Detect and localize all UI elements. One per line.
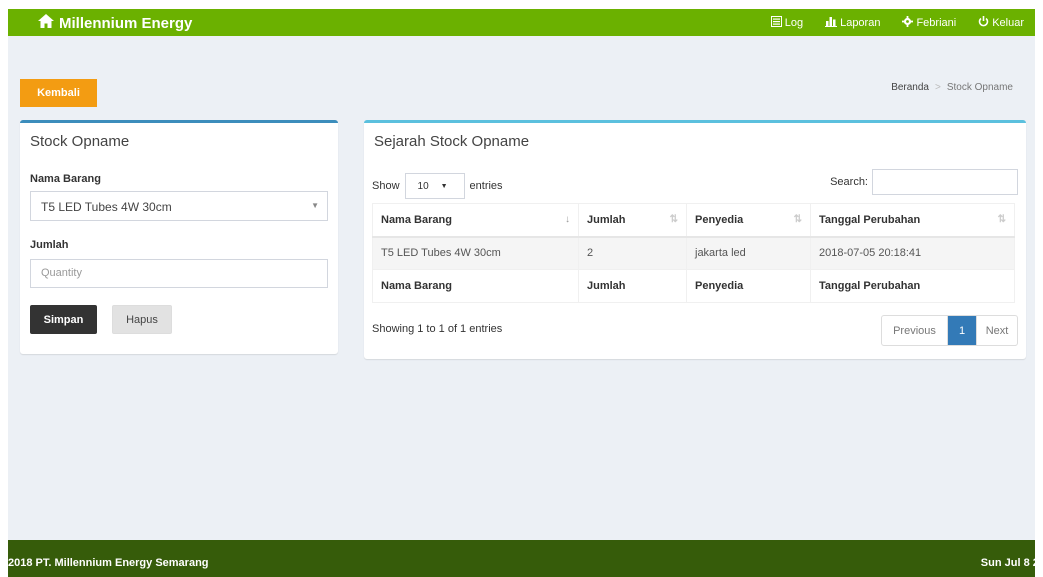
table-header-row: Nama Barang ↓ Jumlah ⇅ Penyedia ⇅ Tanggal P…	[372, 203, 1015, 238]
column-header-penyedia[interactable]: Penyedia ⇅	[686, 203, 811, 238]
footer: 2018 PT. Millennium Energy Semarang Sun …	[8, 540, 1043, 577]
sort-icon: ⇅	[669, 214, 678, 225]
chevron-down-icon: ▼	[440, 182, 448, 190]
cell-tanggal: 2018-07-05 20:18:41	[810, 236, 1015, 270]
nav-item-label: Febriani	[916, 16, 957, 29]
form-title: Stock Opname	[30, 133, 130, 150]
nav-item-laporan[interactable]: Laporan	[814, 9, 891, 36]
entries-label: entries	[469, 180, 503, 192]
reset-button[interactable]: Hapus	[112, 305, 172, 334]
table-info: Showing 1 to 1 of 1 entries	[372, 323, 503, 335]
page-1-button[interactable]: 1	[948, 316, 976, 345]
footer-date: Sun Jul 8 20	[980, 557, 1043, 569]
cell-penyedia: jakarta led	[686, 236, 811, 270]
history-table: Nama Barang ↓ Jumlah ⇅ Penyedia ⇅ Tanggal P…	[372, 203, 1015, 303]
footer-jumlah: Jumlah	[578, 269, 687, 303]
breadcrumb-home[interactable]: Beranda	[891, 82, 929, 93]
next-page-button[interactable]: Next	[976, 316, 1017, 345]
save-button[interactable]: Simpan	[30, 305, 97, 334]
breadcrumb-current: Stock Opname	[946, 82, 1013, 93]
pagination: Previous 1 Next	[881, 315, 1018, 346]
nav-item-log[interactable]: Log	[760, 9, 814, 36]
bar-chart-icon	[825, 16, 838, 30]
home-icon	[38, 14, 54, 32]
page-length-value: 10	[417, 180, 429, 192]
history-title: Sejarah Stock Opname	[374, 133, 530, 150]
column-header-jumlah[interactable]: Jumlah ⇅	[578, 203, 687, 238]
page-length-control: Show 10 ▼ entries	[372, 173, 503, 199]
table-row[interactable]: T5 LED Tubes 4W 30cm 2 jakarta led 2018-…	[372, 236, 1015, 270]
list-icon	[770, 15, 782, 30]
app: Millennium Energy Log Laporan Febriani K…	[8, 9, 1043, 577]
power-icon	[978, 15, 989, 30]
sort-icon: ⇅	[997, 214, 1006, 225]
cell-jumlah: 2	[578, 236, 687, 270]
gear-icon	[902, 15, 914, 30]
brand[interactable]: Millennium Energy	[38, 14, 192, 32]
item-select-value: T5 LED Tubes 4W 30cm	[41, 200, 172, 214]
nav-item-label: Keluar	[992, 16, 1024, 29]
nav-item-label: Laporan	[840, 16, 881, 29]
footer-penyedia: Penyedia	[686, 269, 811, 303]
sort-asc-icon: ↓	[565, 214, 570, 225]
show-label: Show	[372, 180, 400, 192]
back-button[interactable]: Kembali	[20, 79, 97, 107]
quantity-input[interactable]: Quantity	[30, 259, 328, 288]
sort-icon: ⇅	[793, 214, 802, 225]
table-footer-row: Nama Barang Jumlah Penyedia Tanggal Peru…	[372, 269, 1015, 303]
item-label: Nama Barang	[30, 173, 101, 185]
stock-opname-form-box: Stock Opname Nama Barang T5 LED Tubes 4W…	[20, 120, 338, 354]
cell-nama-barang: T5 LED Tubes 4W 30cm	[372, 236, 579, 270]
item-select[interactable]: T5 LED Tubes 4W 30cm ▼	[30, 191, 328, 221]
column-header-tanggal[interactable]: Tanggal Perubahan ⇅	[810, 203, 1015, 238]
search-control: Search:	[830, 169, 1018, 195]
search-input[interactable]	[872, 169, 1018, 195]
qty-label: Jumlah	[30, 239, 69, 251]
brand-name: Millennium Energy	[59, 14, 193, 32]
page-length-select[interactable]: 10 ▼	[404, 173, 465, 199]
breadcrumb-separator: >	[935, 82, 941, 93]
search-label: Search:	[830, 176, 868, 188]
breadcrumb: Beranda > Stock Opname	[891, 82, 1013, 93]
column-header-nama-barang[interactable]: Nama Barang ↓	[372, 203, 579, 238]
top-navbar: Millennium Energy Log Laporan Febriani K…	[8, 9, 1035, 36]
footer-tanggal: Tanggal Perubahan	[810, 269, 1015, 303]
footer-nama-barang: Nama Barang	[372, 269, 579, 303]
nav-item-label: Log	[784, 16, 804, 29]
history-box: Sejarah Stock Opname Show 10 ▼ entries S…	[364, 120, 1026, 359]
previous-page-button[interactable]: Previous	[882, 316, 948, 345]
nav-item-keluar[interactable]: Keluar	[967, 9, 1035, 36]
chevron-down-icon: ▼	[311, 201, 319, 210]
footer-copyright: 2018 PT. Millennium Energy Semarang	[8, 557, 209, 569]
nav-item-profile[interactable]: Febriani	[891, 9, 967, 36]
nav-menu: Log Laporan Febriani Keluar	[760, 9, 1035, 36]
